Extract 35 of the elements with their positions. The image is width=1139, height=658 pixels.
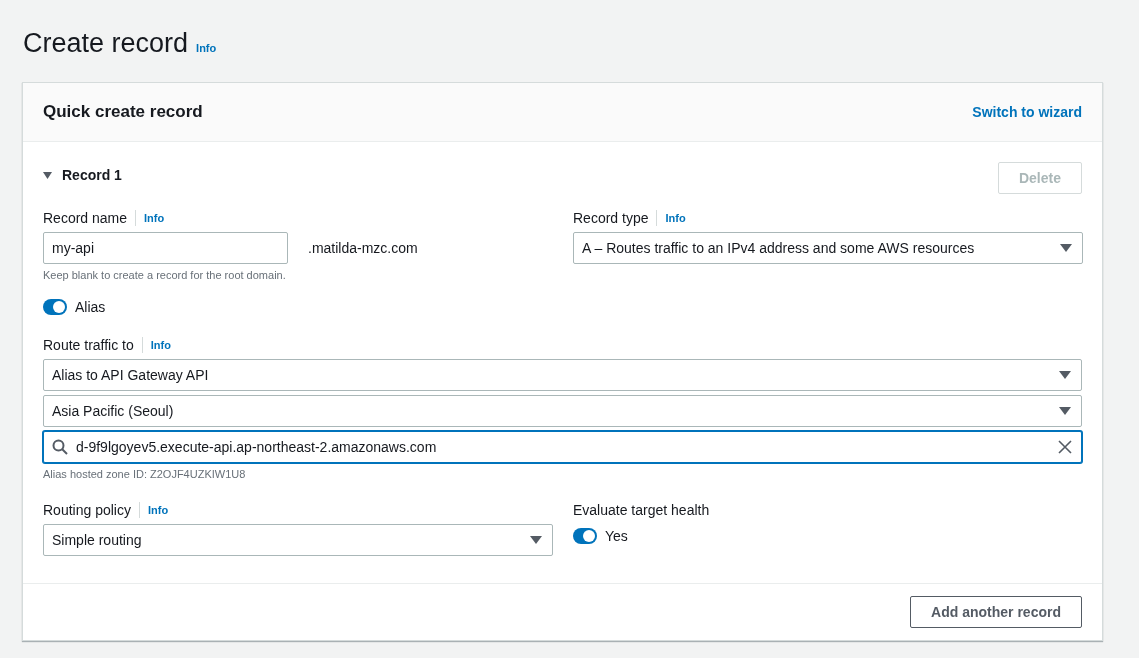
- dropdown[interactable]: A – Routes traffic to an IPv4 address and some AWS resources: [573, 232, 1083, 264]
- field-label: Record name: [43, 210, 128, 226]
- caret-icon: [530, 536, 542, 544]
- dropdown[interactable]: Simple routing: [43, 524, 553, 556]
- record-title: Record 1: [62, 167, 122, 183]
- caret-icon[interactable]: [43, 170, 52, 180]
- toggle-switch[interactable]: [43, 299, 67, 315]
- dropdown[interactable]: Alias to API Gateway API: [43, 359, 1082, 391]
- toggle-label: Yes: [605, 528, 628, 544]
- caret-icon: [1059, 407, 1071, 415]
- hint-text: Keep blank to create a record for the root domain.: [43, 269, 287, 281]
- input-field[interactable]: my-api: [43, 232, 288, 264]
- search-field[interactable]: d-9f9lgoyev5.execute-api.ap-northeast-2.amazonaws.com: [43, 431, 1082, 463]
- close-icon[interactable]: [1057, 439, 1073, 455]
- search-icon: [52, 439, 68, 455]
- domain-suffix: .matilda-mzc.com: [308, 240, 418, 256]
- page-title: Create record: [23, 28, 189, 59]
- add-record-button[interactable]: Add another record: [910, 596, 1082, 628]
- toggle-switch[interactable]: [573, 528, 597, 544]
- toggle-label: Alias: [75, 299, 106, 315]
- info-link[interactable]: Info: [147, 504, 169, 516]
- switch-link[interactable]: Switch to wizard: [972, 104, 1082, 120]
- field-label: Record type: [573, 210, 649, 226]
- card-title: Quick create record: [43, 102, 203, 122]
- caret-icon: [1060, 244, 1072, 252]
- info-link[interactable]: Info: [196, 42, 217, 54]
- field-label: Routing policy: [43, 502, 131, 518]
- field-label: Route traffic to: [43, 337, 134, 353]
- hint-text: Alias hosted zone ID: Z2OJF4UZKIW1U8: [43, 468, 247, 480]
- field-label: Evaluate target health: [573, 502, 710, 518]
- info-link[interactable]: Info: [665, 212, 686, 224]
- info-link[interactable]: Info: [150, 339, 171, 351]
- caret-icon: [1059, 371, 1071, 379]
- dropdown[interactable]: Asia Pacific (Seoul): [43, 395, 1082, 427]
- info-link[interactable]: Info: [144, 212, 165, 224]
